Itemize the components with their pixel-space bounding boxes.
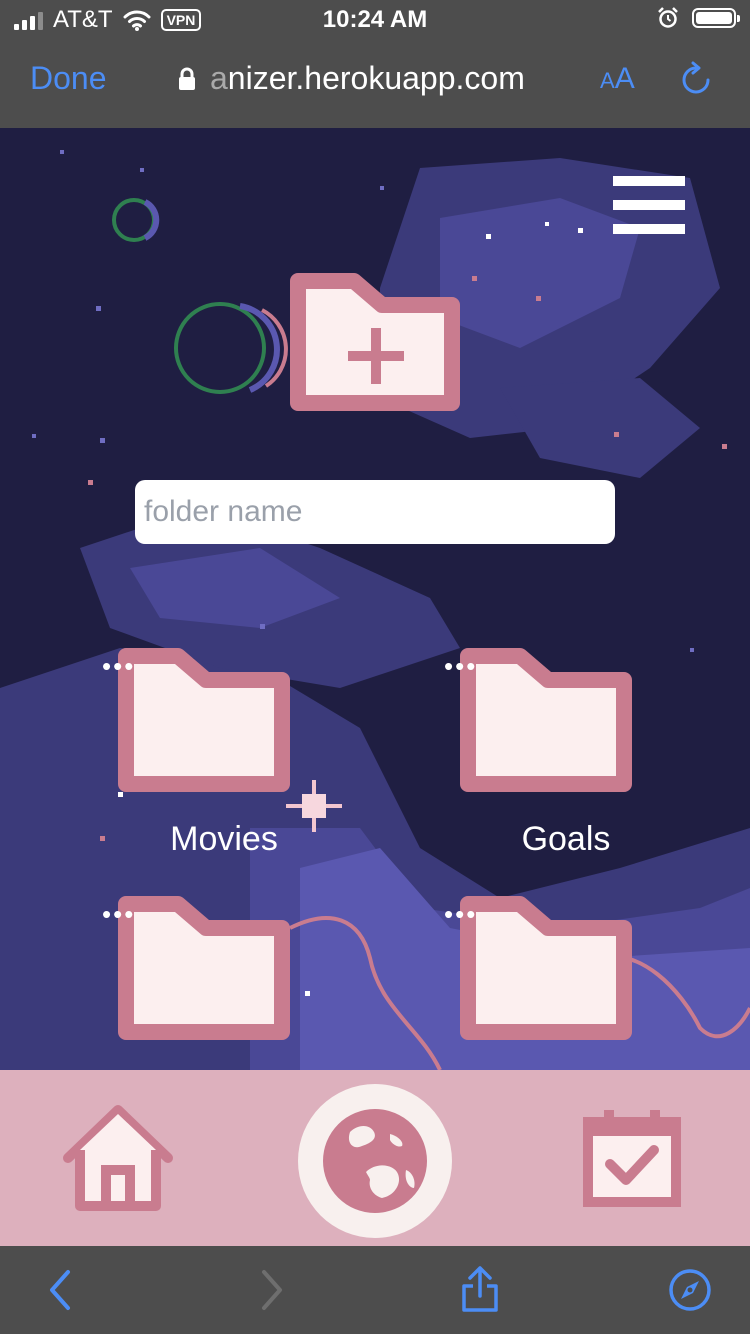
add-folder-icon [290, 273, 460, 411]
folder-3[interactable]: ••• [102, 896, 318, 1045]
lock-icon [179, 67, 195, 90]
folder-icon [118, 896, 290, 1040]
calendar-check-icon[interactable] [580, 1106, 684, 1210]
status-right [658, 7, 740, 29]
app-content: ••• Movies ••• Goals ••• ••• [0, 128, 750, 1070]
browser-toolbar [0, 1246, 750, 1334]
folder-4[interactable]: ••• [444, 896, 660, 1045]
text-size-button[interactable]: AA [600, 62, 635, 96]
done-button[interactable]: Done [30, 60, 107, 97]
status-time: 10:24 AM [322, 6, 428, 33]
folder-name-input[interactable] [135, 480, 615, 544]
text-size-small: A [600, 68, 615, 93]
folder-movies[interactable]: ••• Movies [102, 648, 318, 858]
alarm-icon [658, 7, 678, 28]
folder-options-button[interactable]: ••• [102, 653, 135, 679]
url-text: nizer.herokuapp.com [227, 60, 525, 96]
url-faded-text: a [210, 60, 228, 96]
browser-url-bar: Done anizer.herokuapp.com AA [0, 40, 750, 128]
folder-icon [460, 648, 632, 792]
globe-icon [323, 1109, 427, 1213]
reload-icon[interactable] [678, 60, 714, 100]
folder-icon [460, 896, 632, 1040]
battery-icon [692, 8, 740, 28]
folder-label: Movies [170, 820, 278, 858]
folder-options-button[interactable]: ••• [444, 653, 477, 679]
url-field[interactable]: anizer.herokuapp.com [178, 60, 525, 97]
share-icon[interactable] [460, 1264, 500, 1314]
globe-tab-button[interactable] [298, 1084, 452, 1238]
add-folder-button[interactable] [288, 271, 464, 420]
text-size-large: A [614, 62, 635, 95]
app-tab-bar [0, 1070, 750, 1246]
forward-icon [262, 1270, 282, 1310]
compass-icon[interactable] [668, 1268, 712, 1312]
folder-goals[interactable]: ••• Goals [444, 648, 660, 858]
folder-label: Goals [521, 820, 611, 858]
folder-options-button[interactable]: ••• [102, 901, 135, 927]
hamburger-menu-icon[interactable] [613, 176, 687, 236]
home-icon[interactable] [60, 1104, 176, 1212]
back-icon[interactable] [46, 1268, 74, 1312]
folder-icon [118, 648, 290, 792]
status-bar: AT&T VPN 10:24 AM [0, 0, 750, 40]
folder-options-button[interactable]: ••• [444, 901, 477, 927]
